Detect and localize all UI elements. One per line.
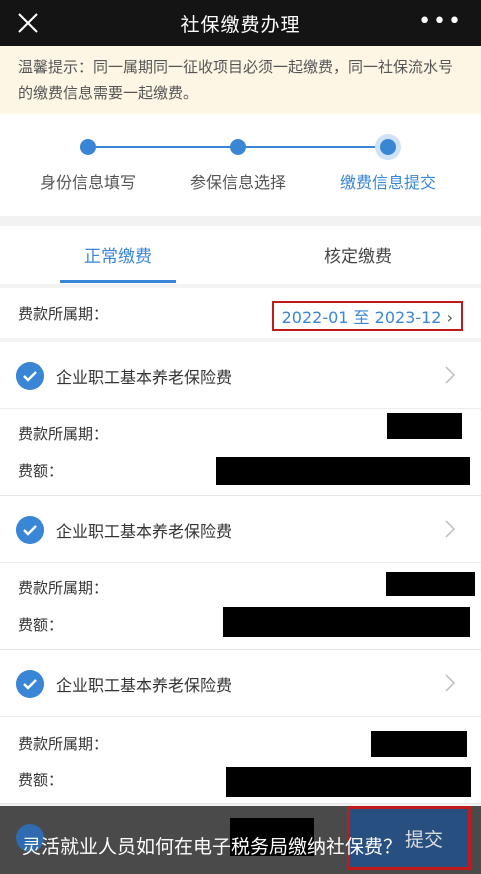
detail-period-label: 费款所属期： xyxy=(18,579,109,597)
item-detail: 费款所属期： 费额： xyxy=(0,717,481,804)
redacted-block xyxy=(371,731,467,757)
chevron-right-icon xyxy=(445,366,455,384)
notice-banner: 温馨提示：同一属期同一征收项目必须一起缴费，同一社保流水号的缴费信息需要一起缴费… xyxy=(0,46,481,114)
step-indicator: 身份信息填写 参保信息选择 缴费信息提交 xyxy=(0,114,481,216)
app-header: 社保缴费办理 ••• xyxy=(0,0,481,46)
item-detail: 费款所属期： 费额： xyxy=(0,409,481,496)
item-name: 企业职工基本养老保险费 xyxy=(56,522,233,541)
step-label-identity: 身份信息填写 xyxy=(39,173,136,192)
chevron-right-icon xyxy=(445,520,455,538)
step-dot-1 xyxy=(80,139,96,155)
item-name: 企业职工基本养老保险费 xyxy=(56,368,233,387)
tab-underline xyxy=(60,280,176,283)
check-circle-icon[interactable] xyxy=(16,670,44,698)
insurance-item[interactable]: 企业职工基本养老保险费 xyxy=(0,650,481,717)
payment-tabs: 正常缴费 核定缴费 xyxy=(0,226,481,284)
detail-period-label: 费款所属期： xyxy=(18,735,109,753)
insurance-item[interactable]: 企业职工基本养老保险费 xyxy=(0,496,481,563)
step-dot-2 xyxy=(230,139,246,155)
tab-normal-payment[interactable]: 正常缴费 xyxy=(18,242,218,267)
period-value[interactable]: 2022-01 至 2023-12 › xyxy=(271,301,463,331)
redacted-block xyxy=(223,607,470,637)
item-detail: 费款所属期： 费额： xyxy=(0,563,481,650)
chevron-right-icon: › xyxy=(446,308,453,327)
redacted-block xyxy=(386,572,475,596)
chevron-right-icon xyxy=(445,674,455,692)
tab-assessed-payment[interactable]: 核定缴费 xyxy=(258,242,458,267)
redacted-block xyxy=(216,457,470,485)
video-caption: 灵活就业人员如何在电子税务局缴纳社保费？ xyxy=(22,836,403,858)
check-circle-icon[interactable] xyxy=(16,362,44,390)
page-title: 社保缴费办理 xyxy=(180,13,301,36)
redacted-block xyxy=(226,767,471,797)
period-range: 2022-01 至 2023-12 xyxy=(281,308,442,327)
step-label-insurance: 参保信息选择 xyxy=(189,173,286,192)
detail-period-label: 费款所属期： xyxy=(18,425,109,443)
period-row[interactable]: 费款所属期： 2022-01 至 2023-12 › xyxy=(0,288,481,338)
more-icon[interactable]: ••• xyxy=(418,11,463,33)
section-divider xyxy=(0,216,481,226)
step-dot-3 xyxy=(380,139,396,155)
period-label: 费款所属期： xyxy=(18,305,109,323)
step-label-payment: 缴费信息提交 xyxy=(339,173,436,192)
detail-amount-label: 费额： xyxy=(18,616,64,634)
detail-amount-label: 费额： xyxy=(18,771,64,789)
redacted-block xyxy=(387,413,462,439)
submit-label: 提交 xyxy=(404,828,443,851)
detail-amount-label: 费额： xyxy=(18,462,64,480)
check-circle-icon[interactable] xyxy=(16,516,44,544)
close-icon[interactable] xyxy=(14,9,42,37)
item-name: 企业职工基本养老保险费 xyxy=(56,676,233,695)
insurance-item[interactable]: 企业职工基本养老保险费 xyxy=(0,342,481,409)
